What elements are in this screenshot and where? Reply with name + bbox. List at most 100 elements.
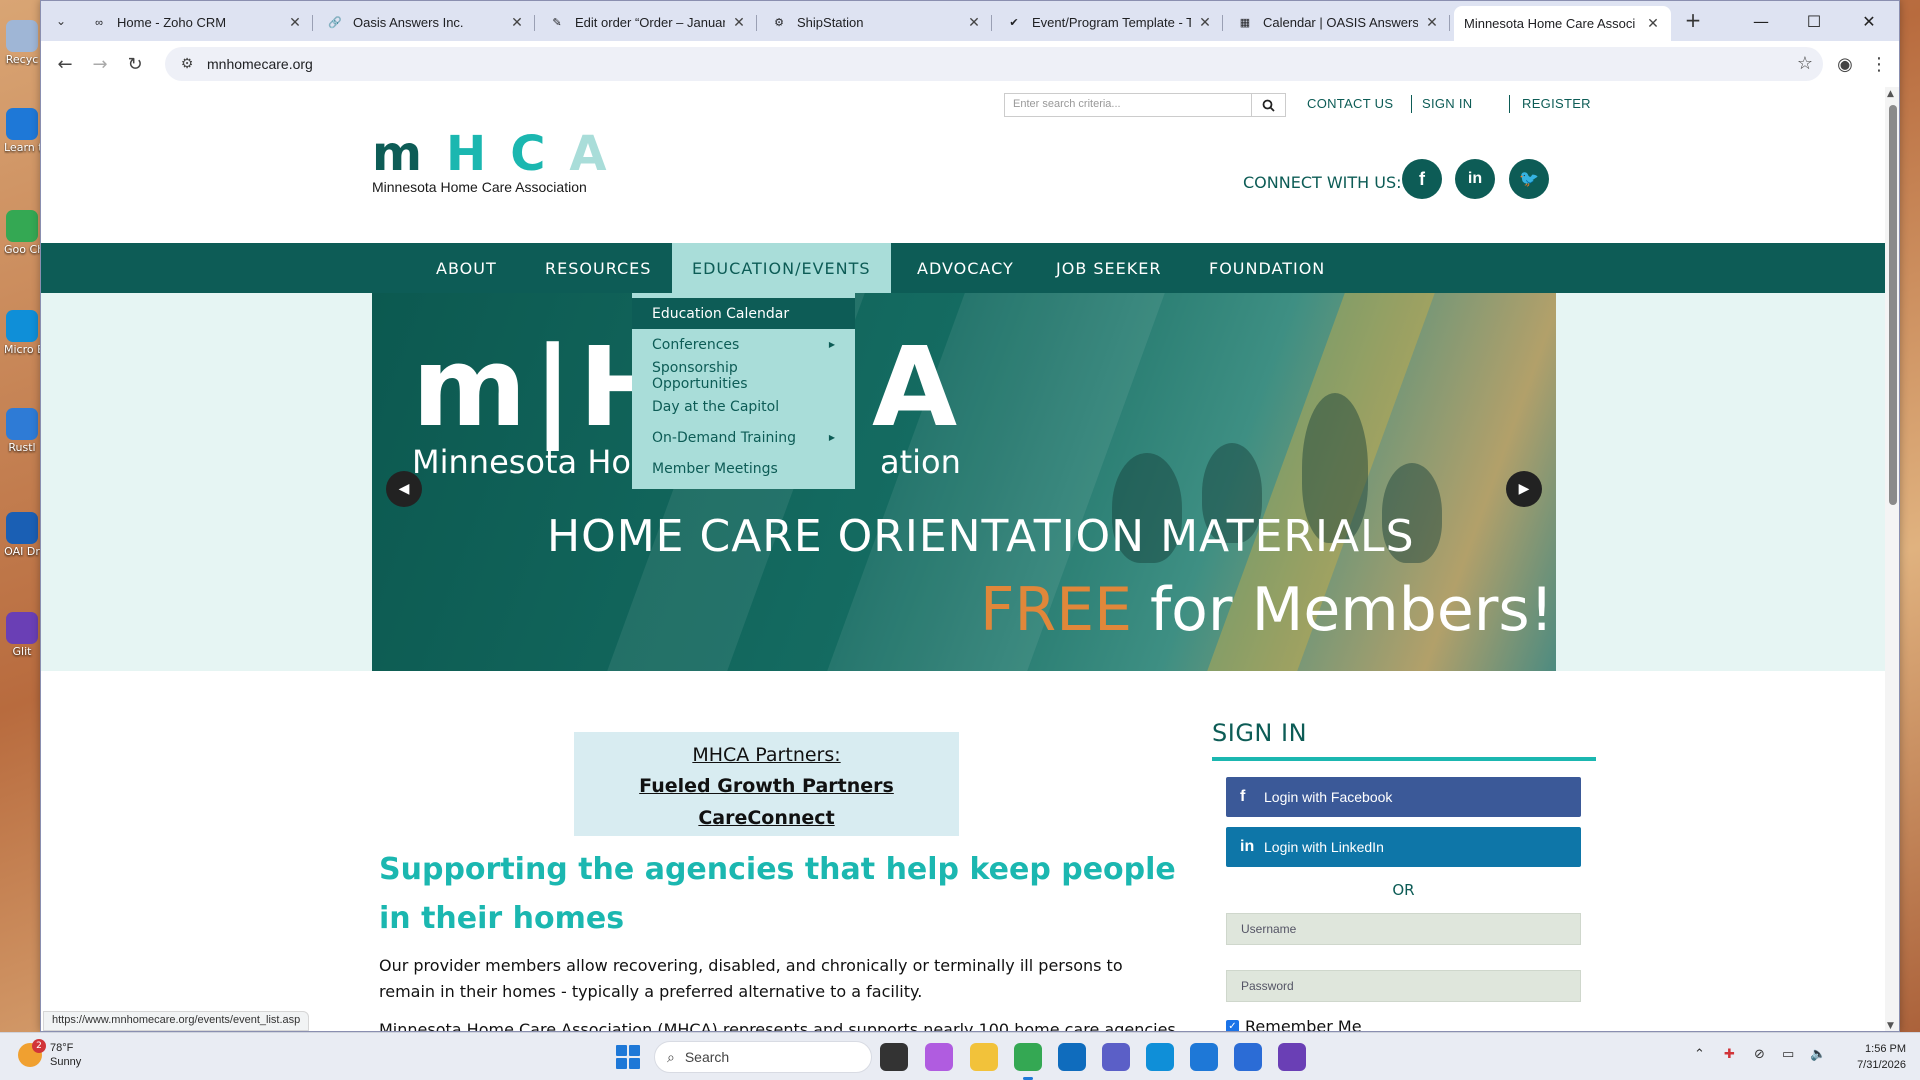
reload-button[interactable]: ↻ [121,50,149,78]
tab-search-button[interactable]: ⌄ [49,9,73,33]
page-scrollbar[interactable]: ▲ ▼ [1885,87,1899,1031]
notepad-icon[interactable] [1234,1043,1262,1071]
bookmark-star-icon[interactable]: ☆ [1797,53,1813,74]
shortcut-icon [6,408,38,440]
maximize-button[interactable]: ☐ [1791,1,1837,41]
contact-us-link[interactable]: CONTACT US [1307,96,1393,111]
forward-button[interactable]: → [86,50,114,78]
store-icon[interactable] [1190,1043,1218,1071]
shortcut-icon [6,20,38,52]
profile-icon[interactable]: ◉ [1831,50,1859,78]
dropdown-item[interactable]: On-Demand Training ▶ [632,422,855,453]
minimize-button[interactable]: — [1738,1,1784,41]
volume-icon[interactable]: 🔈 [1810,1047,1826,1062]
desktop-shortcut[interactable]: Goo Chro [4,210,40,256]
scrollbar-thumb[interactable] [1889,105,1897,505]
back-button[interactable]: ← [51,50,79,78]
carousel-next-icon[interactable]: ▶ [1506,471,1542,507]
edge-icon[interactable] [1146,1043,1174,1071]
link-icon: 🔗 [328,17,342,29]
site-info-icon[interactable]: ⚙ [173,56,201,72]
or-separator: OR [1392,881,1415,899]
dropdown-item[interactable]: Conferences ▶ [632,329,855,360]
desktop-shortcut[interactable]: Learn this pi [4,108,40,154]
remember-me-checkbox[interactable]: ✓ [1226,1020,1239,1031]
close-tab-icon[interactable]: ✕ [287,14,303,31]
address-bar[interactable]: ⚙ mnhomecare.org ☆ [165,47,1823,81]
hero-headline: HOME CARE ORIENTATION MATERIALS [547,511,1415,562]
close-tab-icon[interactable]: ✕ [1645,15,1661,32]
security-icon[interactable]: ✚ [1724,1047,1735,1062]
site-search-button[interactable] [1252,93,1286,117]
network-icon[interactable]: ⊘ [1754,1047,1765,1062]
browser-tab[interactable]: ⚙ ShipStation ✕ [761,6,992,39]
login-facebook-button[interactable]: f Login with Facebook [1226,777,1581,817]
remember-me[interactable]: ✓ Remember Me [1226,1017,1362,1031]
file-explorer-icon[interactable] [970,1043,998,1071]
partner-link-fueled-growth[interactable]: Fueled Growth Partners [574,770,959,802]
zoho-icon: ∞ [95,16,103,29]
close-window-button[interactable]: ✕ [1846,1,1892,41]
close-tab-icon[interactable]: ✕ [1197,14,1213,31]
logo-letter: C [510,126,546,182]
twitter-icon[interactable]: 🐦 [1509,159,1549,199]
dropdown-item[interactable]: Education Calendar [632,298,855,329]
tab-title: Event/Program Template - Ta [1032,15,1191,30]
teams-icon[interactable] [1102,1043,1130,1071]
mhca-logo[interactable]: m H C A Minnesota Home Care Association [372,126,607,209]
facebook-icon[interactable]: f [1402,159,1442,199]
app-icon[interactable] [1278,1043,1306,1071]
login-linkedin-button[interactable]: in Login with LinkedIn [1226,827,1581,867]
close-tab-icon[interactable]: ✕ [731,14,747,31]
chrome-icon[interactable] [1014,1043,1042,1080]
desktop-shortcut[interactable]: OAI Dr [4,512,40,558]
desktop-shortcut[interactable]: Rustl [4,408,40,454]
url-text[interactable]: mnhomecare.org [207,56,313,72]
carousel-prev-icon[interactable]: ◀ [386,471,422,507]
outlook-icon[interactable] [1058,1043,1086,1071]
browser-tab[interactable]: ▦ Calendar | OASIS Answers ✕ [1227,6,1450,39]
shortcut-icon [6,310,38,342]
desktop-shortcut[interactable]: Glit [4,612,40,658]
username-field[interactable]: Username [1226,913,1581,945]
browser-menu-icon[interactable]: ⋮ [1865,50,1893,78]
browser-tab[interactable]: ✔ Event/Program Template - Ta ✕ [996,6,1223,39]
close-tab-icon[interactable]: ✕ [1424,14,1440,31]
hero-banner[interactable]: m|H A Minnesota Hor ation HOME CARE ORIE… [372,293,1556,671]
task-view-icon[interactable] [880,1043,908,1071]
close-tab-icon[interactable]: ✕ [509,14,525,31]
nav-resources[interactable]: RESOURCES [525,243,671,293]
new-tab-button[interactable]: + [1681,9,1705,33]
browser-tab[interactable]: ✎ Edit order “Order – January 14 ✕ [539,6,757,39]
copilot-icon[interactable] [925,1043,953,1071]
chevron-up-icon[interactable]: ⌃ [1694,1047,1705,1062]
nav-advocacy[interactable]: ADVOCACY [897,243,1034,293]
linkedin-icon: in [1240,838,1255,855]
password-field[interactable]: Password [1226,970,1581,1002]
partner-link-careconnect[interactable]: CareConnect [574,802,959,834]
nav-foundation[interactable]: FOUNDATION [1189,243,1345,293]
browser-tab[interactable]: 🔗 Oasis Answers Inc. ✕ [317,6,535,39]
browser-tab[interactable]: ∞ Home - Zoho CRM ✕ [81,6,313,39]
nav-about[interactable]: ABOUT [416,243,517,293]
close-tab-icon[interactable]: ✕ [966,14,982,31]
linkedin-icon[interactable]: in [1455,159,1495,199]
site-search-input[interactable]: Enter search criteria... [1004,93,1252,117]
nav-job-seeker[interactable]: JOB SEEKER [1036,243,1181,293]
nav-education-events[interactable]: EDUCATION/EVENTS [672,243,891,293]
register-link[interactable]: REGISTER [1522,96,1591,111]
dropdown-item[interactable]: Sponsorship Opportunities [632,360,855,392]
desktop-shortcut[interactable]: Micro Edg [4,310,40,356]
tab-title: Oasis Answers Inc. [353,15,464,30]
dropdown-item[interactable]: Member Meetings [632,453,855,484]
dropdown-item-label: Conferences [652,336,740,353]
display-icon[interactable]: ▭ [1782,1047,1794,1062]
browser-tab[interactable]: Minnesota Home Care Associ ✕ [1454,6,1671,41]
dropdown-item[interactable]: Day at the Capitol [632,391,855,422]
start-button[interactable] [616,1045,640,1069]
system-clock[interactable]: 1:56 PM 7/31/2026 [1836,1041,1906,1073]
sign-in-link[interactable]: SIGN IN [1422,96,1473,111]
desktop-shortcut[interactable]: Recyc [4,20,40,66]
taskbar-search[interactable]: ⌕ Search [654,1041,872,1073]
weather-widget[interactable]: 2 78°F Sunny [18,1039,81,1069]
